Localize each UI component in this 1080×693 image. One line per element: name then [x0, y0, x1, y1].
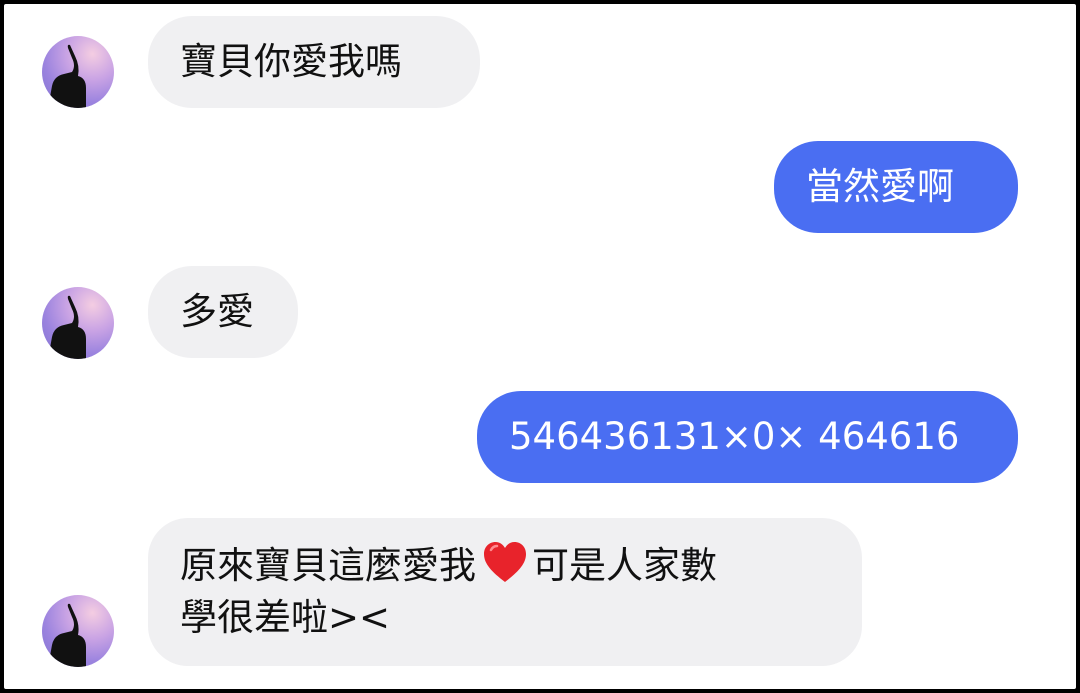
- message-text: 可是人家數: [532, 544, 717, 587]
- message-text: 當然愛啊: [806, 165, 954, 208]
- silhouette-icon: [48, 44, 86, 108]
- silhouette-icon: [48, 603, 86, 667]
- message-line: 學很差啦><: [180, 595, 830, 641]
- message-text: 多愛: [180, 290, 254, 333]
- contact-avatar[interactable]: [42, 287, 114, 359]
- message-text: 學很差啦><: [180, 596, 391, 639]
- message-text: 寶貝你愛我嗎: [180, 40, 402, 83]
- chat-screenshot: 寶貝你愛我嗎 當然愛啊 多愛 546436131×0× 464616 原來寶貝這…: [4, 4, 1076, 689]
- message-bubble-incoming: 多愛: [148, 266, 298, 358]
- red-heart-icon: [482, 540, 528, 595]
- message-bubble-outgoing: 當然愛啊: [774, 141, 1018, 233]
- message-line: 原來寶貝這麼愛我 可是人家數: [180, 540, 830, 595]
- message-bubble-incoming: 寶貝你愛我嗎: [148, 16, 480, 108]
- contact-avatar[interactable]: [42, 36, 114, 108]
- message-text: 546436131×0× 464616: [509, 415, 960, 458]
- message-text: 原來寶貝這麼愛我: [180, 544, 476, 587]
- contact-avatar[interactable]: [42, 595, 114, 667]
- message-bubble-outgoing: 546436131×0× 464616: [477, 391, 1018, 483]
- silhouette-icon: [48, 295, 86, 359]
- message-bubble-incoming: 原來寶貝這麼愛我 可是人家數 學很差啦><: [148, 518, 862, 666]
